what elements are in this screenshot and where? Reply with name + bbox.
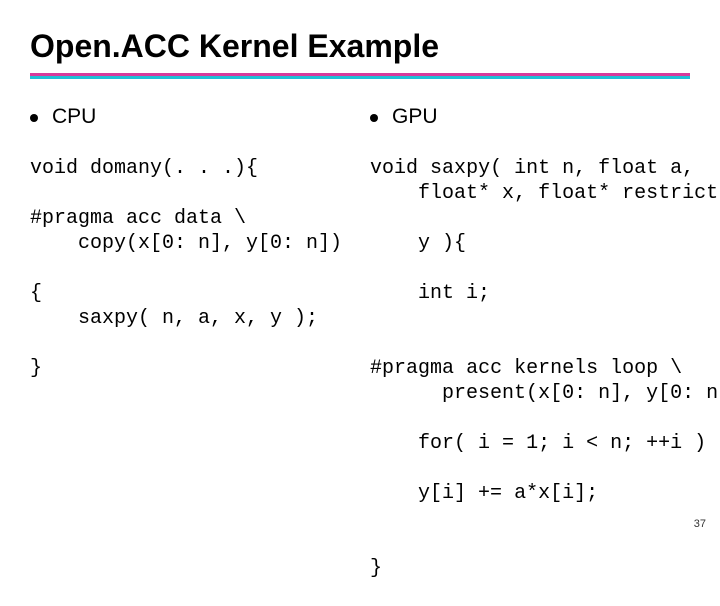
bullet-icon	[370, 114, 378, 122]
left-column: CPU void domany(. . .){ #pragma acc data…	[30, 105, 342, 606]
code-line: int i;	[370, 281, 720, 306]
code-line: present(x[0: n], y[0: n])	[370, 381, 720, 406]
code-line: y[i] += a*x[i];	[370, 481, 720, 506]
code-line: y ){	[370, 231, 720, 256]
left-heading-row: CPU	[30, 105, 342, 129]
code-line: #pragma acc kernels loop \	[370, 357, 682, 380]
rule-lower	[30, 76, 690, 79]
code-line: copy(x[0: n], y[0: n])	[30, 231, 342, 256]
code-line: }	[370, 557, 382, 580]
code-line: #pragma acc data \	[30, 207, 246, 230]
left-code: void domany(. . .){ #pragma acc data \ c…	[30, 131, 342, 406]
columns: CPU void domany(. . .){ #pragma acc data…	[30, 105, 690, 606]
code-line: }	[30, 357, 42, 380]
right-column: GPU void saxpy( int n, float a, float* x…	[370, 105, 720, 606]
right-heading-row: GPU	[370, 105, 720, 129]
left-heading: CPU	[52, 105, 96, 129]
bullet-icon	[30, 114, 38, 122]
code-line: {	[30, 282, 42, 305]
code-line: void saxpy( int n, float a,	[370, 157, 694, 180]
slide: Open.ACC Kernel Example CPU void domany(…	[0, 0, 720, 540]
right-heading: GPU	[392, 105, 438, 129]
right-code: void saxpy( int n, float a, float* x, fl…	[370, 131, 720, 606]
code-line: for( i = 1; i < n; ++i )	[370, 431, 720, 456]
code-line: void domany(. . .){	[30, 157, 258, 180]
page-number: 37	[694, 518, 706, 530]
slide-title: Open.ACC Kernel Example	[30, 28, 690, 65]
code-line: float* x, float* restrict	[370, 181, 720, 206]
code-line: saxpy( n, a, x, y );	[30, 306, 342, 331]
title-rule	[30, 73, 690, 79]
